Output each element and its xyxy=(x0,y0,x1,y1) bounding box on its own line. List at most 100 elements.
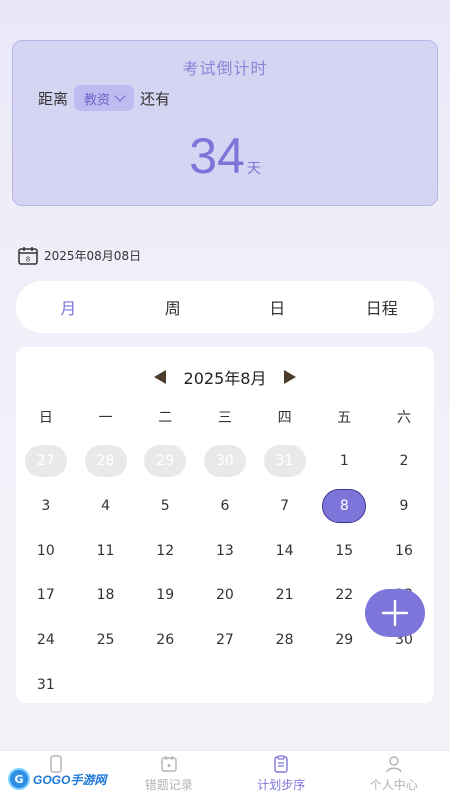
day-number: 13 xyxy=(215,542,234,559)
calendar-icon: 8 xyxy=(18,247,38,265)
tab-week[interactable]: 周 xyxy=(121,295,226,319)
calendar-day[interactable]: 12 xyxy=(135,528,195,573)
tab-day[interactable]: 日 xyxy=(225,295,330,319)
calendar-day[interactable]: 9 xyxy=(374,484,434,529)
countdown-title: 考试倒计时 xyxy=(182,59,268,78)
day-number: 5 xyxy=(160,498,170,515)
calendar-day[interactable]: 20 xyxy=(195,573,255,618)
day-number: 15 xyxy=(335,542,354,559)
nav-label: 计划步序 xyxy=(257,778,306,792)
calendar-day[interactable]: 15 xyxy=(314,528,374,573)
day-number: 14 xyxy=(275,542,294,559)
day-number: 19 xyxy=(156,587,175,604)
calendar-week: 27 28 29 30 31 1 2 xyxy=(16,439,434,484)
calendar-day-prev-month[interactable]: 31 xyxy=(255,439,315,484)
tab-schedule[interactable]: 日程 xyxy=(330,295,435,319)
day-number: 29 xyxy=(335,632,354,649)
calendar-day[interactable]: 13 xyxy=(195,528,255,573)
calendar-day[interactable]: 27 xyxy=(195,618,255,663)
calendar-day-prev-month[interactable]: 30 xyxy=(195,439,255,484)
calendar-week: 3 4 5 6 7 8 9 xyxy=(16,484,434,529)
calendar-day[interactable]: 1 xyxy=(314,439,374,484)
calendar-day[interactable]: 29 xyxy=(314,618,374,663)
day-number: 11 xyxy=(96,542,115,559)
day-number: 28 xyxy=(275,632,294,649)
chevron-down-icon xyxy=(114,90,126,102)
current-date-row: 8 2025年08月08日 xyxy=(18,246,141,265)
calendar-day[interactable]: 7 xyxy=(255,484,315,529)
month-nav: 2025年8月 xyxy=(16,365,434,389)
countdown-card: 考试倒计时 距离 教资 还有 34 天 xyxy=(12,40,438,206)
calendar-day-prev-month[interactable]: 27 xyxy=(16,439,76,484)
add-plan-button[interactable] xyxy=(365,589,425,637)
countdown-days: 34 xyxy=(189,128,245,184)
countdown-prefix: 距离 xyxy=(38,89,69,108)
view-tabs: 月 周 日 日程 xyxy=(16,281,434,333)
nav-item-mistakes[interactable]: 错题记录 xyxy=(113,751,226,800)
calendar-day[interactable]: 17 xyxy=(16,573,76,618)
calendar-day[interactable]: 14 xyxy=(255,528,315,573)
calendar-day[interactable]: 11 xyxy=(76,528,136,573)
countdown-number: 34 天 xyxy=(13,127,437,185)
tab-month[interactable]: 月 xyxy=(16,295,121,319)
clipboard-icon xyxy=(274,755,288,773)
calendar-day[interactable]: 31 xyxy=(16,662,76,707)
day-number: 27 xyxy=(215,632,234,649)
calendar-day[interactable]: 21 xyxy=(255,573,315,618)
day-number: 21 xyxy=(275,587,294,604)
day-number: 31 xyxy=(263,445,306,478)
day-number: 28 xyxy=(84,445,127,478)
watermark-text: GOGO手游网 xyxy=(33,772,107,787)
day-number: 6 xyxy=(220,498,230,515)
day-number: 4 xyxy=(101,498,110,515)
calendar-day-prev-month[interactable]: 29 xyxy=(135,439,195,484)
day-number: 27 xyxy=(24,445,67,478)
weekday-label: 一 xyxy=(98,410,113,426)
calendar-day-prev-month[interactable]: 28 xyxy=(76,439,136,484)
calendar-week: 10 11 12 13 14 15 16 xyxy=(16,528,434,573)
calendar-day[interactable]: 25 xyxy=(76,618,136,663)
prev-month-icon[interactable] xyxy=(153,370,166,384)
day-number: 9 xyxy=(399,498,409,515)
day-number: 26 xyxy=(156,632,175,649)
day-number: 2 xyxy=(399,453,409,470)
calendar-card: 2025年8月 日 一 二 三 四 五 六 27 28 29 30 31 1 2… xyxy=(16,347,434,703)
nav-label: 错题记录 xyxy=(144,778,193,792)
day-number: 7 xyxy=(280,498,290,515)
subject-dropdown[interactable]: 教资 xyxy=(74,85,135,111)
plus-icon xyxy=(381,599,409,627)
countdown-unit: 天 xyxy=(246,161,261,177)
calendar-day[interactable]: 19 xyxy=(135,573,195,618)
next-month-icon[interactable] xyxy=(284,370,297,384)
calendar-day[interactable]: 18 xyxy=(76,573,136,618)
calendar-day[interactable]: 10 xyxy=(16,528,76,573)
day-number: 8 xyxy=(322,489,367,524)
day-number: 18 xyxy=(96,587,115,604)
person-icon xyxy=(386,756,402,773)
calendar-day[interactable]: 28 xyxy=(255,618,315,663)
calendar-day[interactable]: 5 xyxy=(135,484,195,529)
watermark-logo: G GOGO手游网 xyxy=(8,768,106,790)
day-number: 1 xyxy=(339,453,349,470)
calendar-day-selected[interactable]: 8 xyxy=(314,484,374,529)
day-number: 17 xyxy=(36,587,55,604)
day-number: 16 xyxy=(395,542,413,559)
weekday-label: 三 xyxy=(217,410,232,426)
countdown-row: 距离 教资 还有 xyxy=(38,85,170,111)
calendar-day[interactable]: 16 xyxy=(374,528,434,573)
watermark-icon: G xyxy=(8,768,30,790)
calendar-day[interactable]: 24 xyxy=(16,618,76,663)
calendar-day[interactable]: 6 xyxy=(195,484,255,529)
nav-item-profile[interactable]: 个人中心 xyxy=(338,751,450,800)
calendar-day[interactable]: 4 xyxy=(76,484,136,529)
calendar-day[interactable]: 3 xyxy=(16,484,76,529)
weekday-header: 日 一 二 三 四 五 六 xyxy=(16,407,434,427)
countdown-suffix: 还有 xyxy=(140,89,171,108)
day-number: 10 xyxy=(36,542,55,559)
day-number: 3 xyxy=(41,498,51,515)
calendar-day[interactable]: 2 xyxy=(374,439,434,484)
month-label: 2025年8月 xyxy=(183,369,267,388)
nav-item-plan[interactable]: 计划步序 xyxy=(225,751,338,800)
day-number: 30 xyxy=(203,445,246,478)
calendar-day[interactable]: 26 xyxy=(135,618,195,663)
